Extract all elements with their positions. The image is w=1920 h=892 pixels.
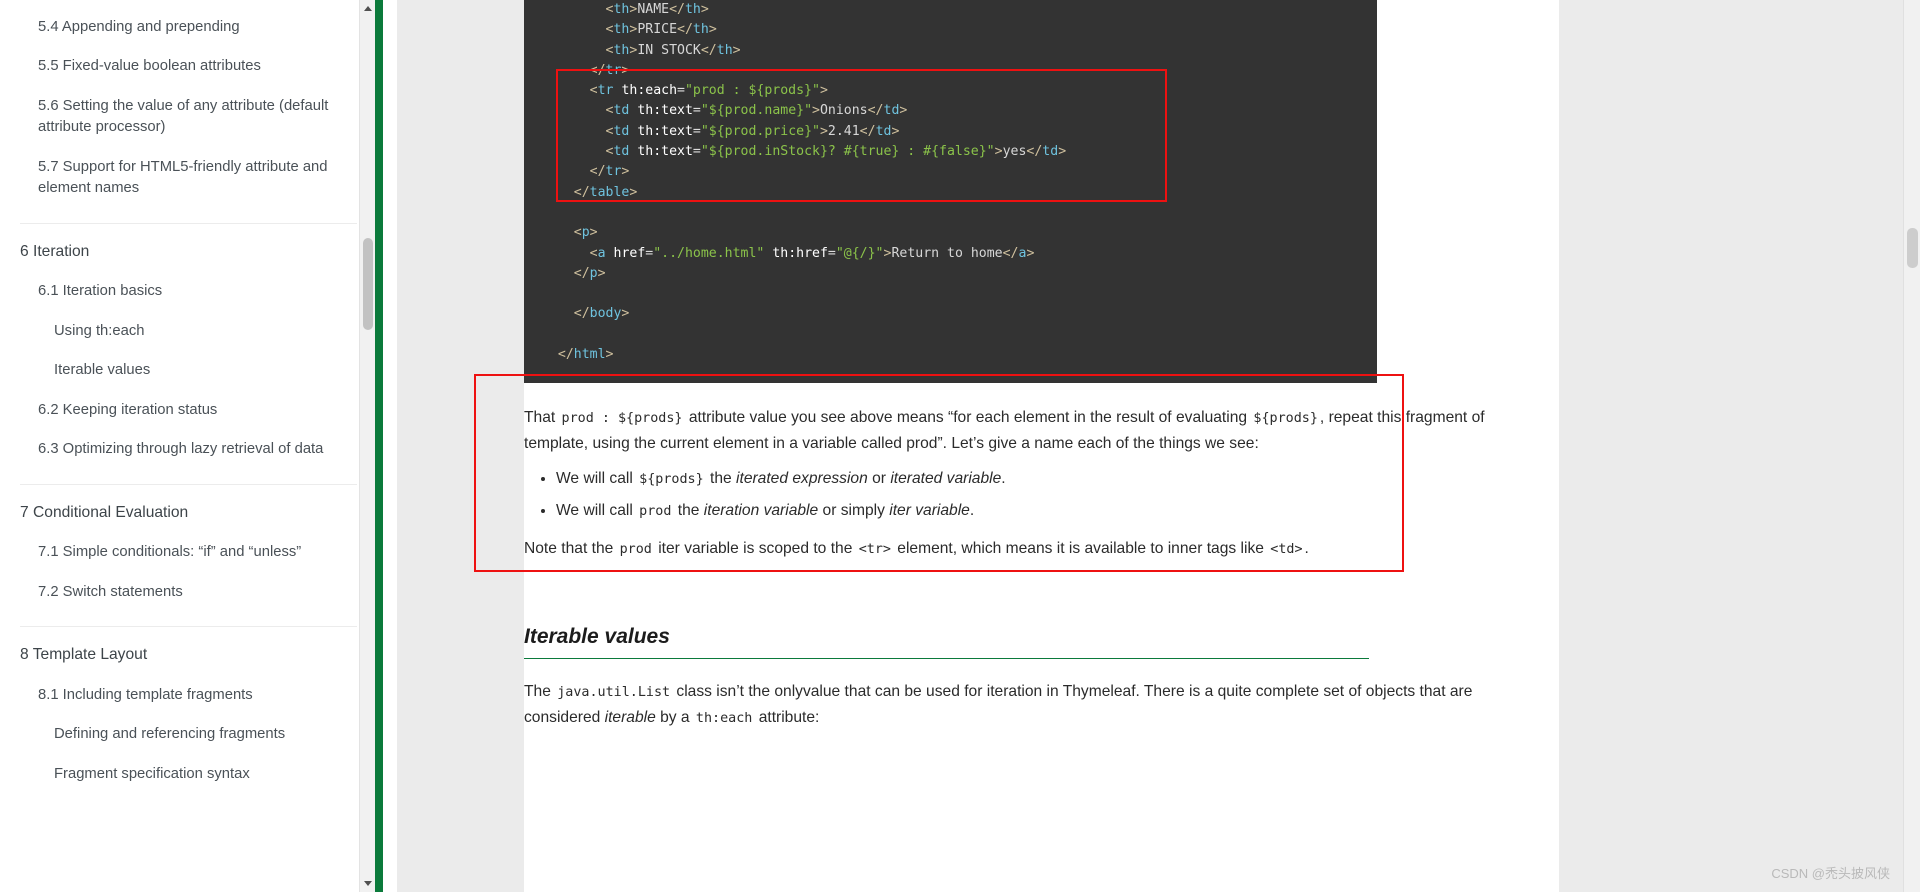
toc-group: 6 Iteration 6.1 Iteration basics Using th:…: [20, 224, 357, 485]
toc-item[interactable]: 5.4 Appending and prepending: [20, 8, 357, 47]
document-page: <th>NAME</th> <th>PRICE</th> <th>IN STOC…: [474, 0, 1559, 892]
code-line: </tr>: [589, 164, 630, 180]
bullet-seg1: We will call: [556, 502, 638, 520]
toc-item[interactable]: 7 Conditional Evaluation: [20, 493, 357, 534]
toc-item[interactable]: 6 Iteration: [20, 232, 357, 273]
para2-seg1: The: [524, 683, 556, 701]
para1-seg1: That: [524, 409, 560, 427]
note-seg1: Note that the: [524, 540, 618, 558]
toc-group: 7 Conditional Evaluation 7.1 Simple condi…: [20, 485, 357, 628]
watermark: CSDN @禿头披风侠: [1771, 863, 1890, 882]
toc-item[interactable]: 7.1 Simple conditionals: “if” and “unles…: [20, 533, 357, 572]
code-line: <td th:text="${prod.inStock}? #{true} : …: [605, 144, 1067, 160]
window-scrollbar-thumb[interactable]: [1907, 228, 1918, 268]
para2-seg4: attribute:: [754, 709, 820, 727]
note-seg2: iter variable is scoped to the: [653, 540, 857, 558]
list-item: We will call prod the iteration variable…: [556, 498, 1519, 524]
bullet-seg3: or: [867, 470, 891, 488]
watermark-text: CSDN @禿头披风侠: [1771, 866, 1890, 881]
toc-item[interactable]: 8.1 Including template fragments: [20, 676, 357, 715]
para1-seg2: attribute value you see above means “for…: [684, 409, 1252, 427]
bullet-inline-code: ${prods}: [639, 472, 704, 488]
heading-divider: [524, 658, 1369, 660]
code-line: </table>: [573, 184, 638, 200]
inline-code-prod-prods: prod : ${prods}: [561, 411, 683, 427]
toc-list: 5.4 Appending and prepending 5.5 Fixed-va…: [0, 0, 375, 808]
bullet-seg3: or simply: [818, 502, 890, 520]
rail-gap: [383, 0, 397, 892]
toc-item[interactable]: Fragment specification syntax: [20, 755, 357, 794]
bullet-seg1: We will call: [556, 470, 638, 488]
toc-item[interactable]: 7.2 Switch statements: [20, 573, 357, 612]
code-line: </tr>: [589, 62, 630, 78]
para2-em-iterable: iterable: [604, 709, 656, 727]
document-content-area: <th>NAME</th> <th>PRICE</th> <th>IN STOC…: [397, 0, 1920, 892]
bullet-inline-code: prod: [639, 504, 672, 520]
toc-item[interactable]: 6.2 Keeping iteration status: [20, 391, 357, 430]
toc-group: 5.4 Appending and prepending 5.5 Fixed-va…: [20, 0, 357, 224]
code-line: <a href="../home.html" th:href="@{/}">Re…: [589, 245, 1035, 261]
window-scrollbar[interactable]: [1903, 0, 1920, 892]
accent-rail: [375, 0, 383, 892]
code-line: <p>: [573, 225, 598, 241]
note-seg3: element, which means it is available to …: [892, 540, 1269, 558]
terminology-bullet-list: We will call ${prods} the iterated expre…: [524, 466, 1519, 524]
code-line: <th>IN STOCK</th>: [605, 42, 741, 58]
toc-item[interactable]: 6.1 Iteration basics: [20, 272, 357, 311]
bullet-seg4: .: [969, 502, 975, 520]
code-line: <tr th:each="prod : ${prods}">: [589, 83, 828, 99]
prose-container: That prod : ${prods} attribute value you…: [524, 383, 1559, 731]
code-line: <th>PRICE</th>: [605, 22, 717, 38]
inline-code-td: <td>: [1270, 542, 1303, 558]
code-line: </body>: [573, 306, 630, 322]
triangle-down-icon[interactable]: [360, 875, 375, 892]
paragraph-scope-note: Note that the prod iter variable is scop…: [524, 536, 1519, 562]
toc-item[interactable]: Defining and referencing fragments: [20, 715, 357, 754]
toc-item[interactable]: Iterable values: [20, 351, 357, 390]
code-block: <th>NAME</th> <th>PRICE</th> <th>IN STOC…: [524, 0, 1377, 384]
sidebar-scrollbar[interactable]: [359, 0, 375, 892]
code-line: </p>: [573, 265, 606, 281]
inline-code-prods: ${prods}: [1253, 411, 1318, 427]
code-line: <td th:text="${prod.price}">2.41</td>: [605, 123, 900, 139]
code-line: </html>: [557, 347, 614, 363]
code-line: <td th:text="${prod.name}">Onions</td>: [605, 103, 908, 119]
bullet-seg4: .: [1001, 470, 1006, 488]
bullet-seg2: the: [705, 470, 737, 488]
bullet-em1: iterated expression: [736, 470, 868, 488]
toc-item[interactable]: 5.5 Fixed-value boolean attributes: [20, 47, 357, 86]
toc-item[interactable]: 5.7 Support for HTML5-friendly attribute…: [20, 148, 357, 209]
sidebar-scrollbar-thumb[interactable]: [363, 238, 373, 330]
toc-group: 8 Template Layout 8.1 Including template …: [20, 627, 357, 808]
bullet-em1: iteration variable: [703, 502, 819, 520]
inline-code-prod: prod: [619, 542, 652, 558]
paragraph-iterable-values: The java.util.List class isn’t the onlyv…: [524, 679, 1519, 731]
paragraph-each-explanation: That prod : ${prods} attribute value you…: [524, 405, 1519, 456]
bullet-seg2: the: [673, 502, 704, 520]
bullet-em2: iter variable: [889, 502, 970, 520]
section-heading-iterable-values: Iterable values: [524, 625, 670, 649]
toc-item[interactable]: 6.3 Optimizing through lazy retrieval of…: [20, 430, 357, 469]
code-line: <th>NAME</th>: [605, 2, 709, 17]
triangle-up-icon[interactable]: [360, 0, 375, 17]
toc-item[interactable]: 8 Template Layout: [20, 635, 357, 676]
toc-item[interactable]: Using th:each: [20, 312, 357, 351]
note-seg4: .: [1304, 540, 1309, 558]
inline-code-tr: <tr>: [858, 542, 891, 558]
inline-code-th-each: th:each: [695, 711, 753, 727]
list-item: We will call ${prods} the iterated expre…: [556, 466, 1519, 492]
para2-seg3: by a: [655, 709, 694, 727]
toc-item[interactable]: 5.6 Setting the value of any attribute (…: [20, 87, 357, 148]
inline-code-java-util-list: java.util.List: [557, 685, 671, 701]
bullet-em2: iterated variable: [890, 470, 1002, 488]
browser-viewport: 5.4 Appending and prepending 5.5 Fixed-va…: [0, 0, 1920, 892]
table-of-contents-sidebar: 5.4 Appending and prepending 5.5 Fixed-va…: [0, 0, 375, 892]
